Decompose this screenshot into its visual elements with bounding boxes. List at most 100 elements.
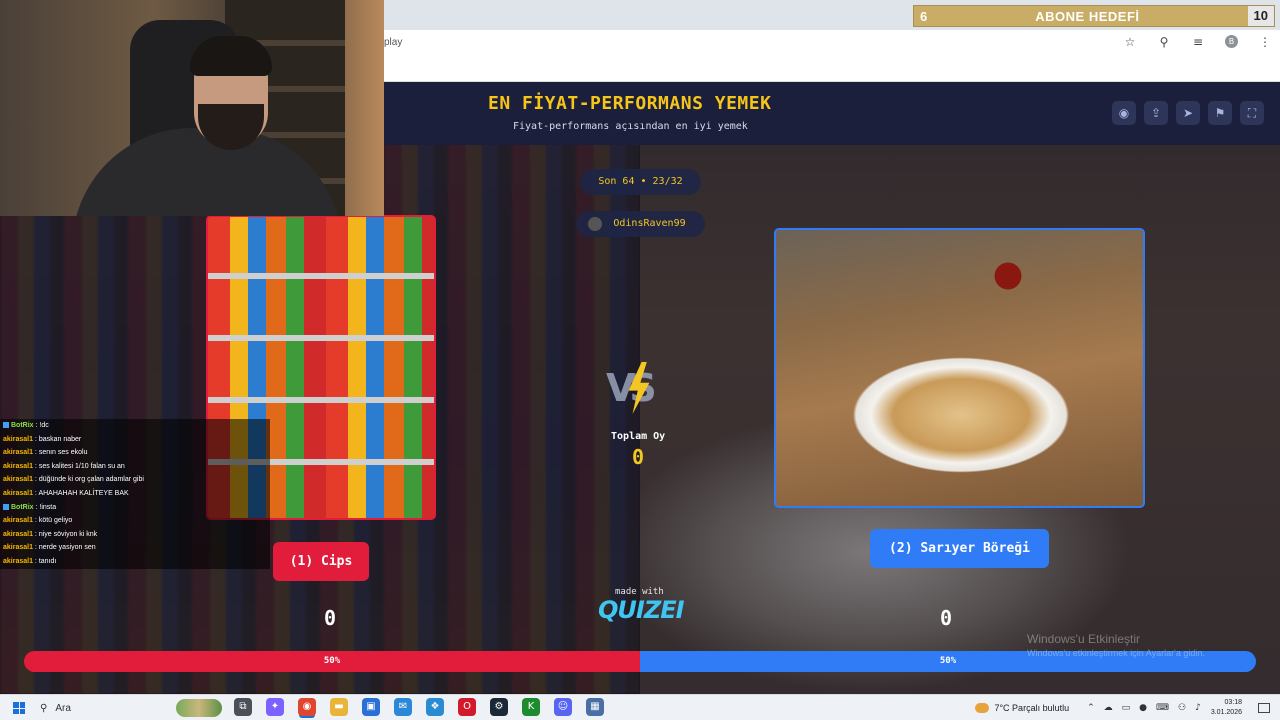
calculator-icon[interactable]: ▦ [586, 698, 604, 716]
right-score: 0 [940, 606, 953, 630]
vs-badge: VS [606, 362, 672, 418]
opera-icon[interactable]: O [458, 698, 476, 716]
send-icon[interactable]: ➤ [1176, 101, 1200, 125]
chat-message: BotRix : !insta [0, 500, 270, 515]
url-text[interactable]: play [384, 37, 402, 48]
chat-text: kötü geliyo [38, 517, 73, 525]
total-votes-label: Toplam Oy [611, 431, 666, 442]
activation-hint: Windows'u etkinleştirmek için Ayarlar'a … [1027, 648, 1205, 658]
discord-icon[interactable]: ☺ [554, 698, 572, 716]
fullscreen-icon[interactable]: ⛶ [1240, 101, 1264, 125]
menu-icon[interactable]: ⋮ [1258, 35, 1272, 49]
partly-cloudy-icon [975, 703, 990, 713]
chat-message: akirasal1 : düğünde ki org çalan adamlar… [0, 473, 270, 487]
chat-message: akirasal1 : nerde yasiyon sen [0, 541, 270, 555]
steam-icon[interactable]: ⚙ [490, 698, 508, 716]
avatar [588, 217, 602, 231]
goal-title: ABONE HEDEFİ [1035, 8, 1140, 24]
total-votes-value: 0 [632, 445, 645, 469]
chat-username[interactable]: akirasal1 [3, 531, 33, 538]
chat-username[interactable]: akirasal1 [3, 490, 33, 497]
network-icon[interactable]: ⚇ [1178, 703, 1186, 713]
game-toolbar: ◉ ⇪ ➤ ⚑ ⛶ [1112, 101, 1264, 125]
brand-logo[interactable]: QUIZEI [598, 596, 685, 624]
chat-username[interactable]: akirasal1 [3, 544, 33, 551]
weather-widget[interactable]: 7°C Parçalı bulutlu [975, 703, 1069, 713]
store-icon[interactable]: ▣ [362, 698, 380, 716]
eye-icon[interactable]: ◉ [1112, 101, 1136, 125]
task-view-icon[interactable]: ⧉ [234, 698, 252, 716]
kick-icon[interactable]: K [522, 698, 540, 716]
taskbar-apps: ⧉ ✦ ◉ ▬ ▣ ✉ ❖ O ⚙ K ☺ ▦ [234, 698, 604, 716]
goal-target: 10 [1247, 6, 1274, 26]
copilot-icon[interactable]: ✦ [266, 698, 284, 716]
streamer-hair [190, 36, 272, 76]
chat-message: akirasal1 : AHAHAHAH KALİTEYE BAK [0, 486, 270, 501]
clock[interactable]: 03:18 3.01.2026 [1211, 698, 1242, 718]
weather-text: 7°C Parçalı bulutlu [994, 703, 1070, 713]
mail-icon[interactable]: ✉ [394, 698, 412, 716]
bot-badge-icon [3, 503, 9, 510]
chat-text: nerde yasiyon sen [38, 544, 96, 552]
bookmark-star-icon[interactable]: ☆ [1123, 35, 1137, 49]
chat-text: !dc [39, 422, 49, 429]
folder-icon[interactable]: ▬ [330, 698, 348, 716]
bot-badge-icon [3, 422, 9, 429]
page-title: EN FİYAT-PERFORMANS YEMEK [488, 93, 772, 114]
chat-text: baskan naber [38, 435, 82, 443]
round-indicator: Son 64 • 23/32 [580, 169, 701, 195]
share-icon[interactable]: ⇪ [1144, 101, 1168, 125]
notification-icon[interactable] [1258, 703, 1270, 713]
chat-username[interactable]: BotRix [11, 504, 34, 511]
start-button[interactable] [13, 702, 25, 714]
photos-icon[interactable]: ❖ [426, 698, 444, 716]
system-tray: 7°C Parçalı bulutlu ⌃ ☁ ▭ ● ⌨ ⚇ ♪ 03:18 … [975, 695, 1280, 720]
chat-text: AHAHAHAH KALİTEYE BAK [38, 489, 129, 497]
volume-icon[interactable]: ♪ [1195, 703, 1201, 713]
chat-username[interactable]: BotRix [11, 422, 34, 429]
flag-icon[interactable]: ⚑ [1208, 101, 1232, 125]
chat-username[interactable]: akirasal1 [3, 517, 33, 524]
windows-activation-watermark: Windows'u Etkinleştir Windows'u etkinleş… [1027, 632, 1205, 658]
vote-left-button[interactable]: (1) Cips [273, 542, 369, 581]
browser-toolbar: ☆ ⚲ ≡ B ⋮ [1123, 35, 1272, 49]
search-highlight-image [176, 699, 222, 717]
clock-date: 3.01.2026 [1210, 709, 1242, 716]
cloud-icon[interactable]: ☁ [1104, 703, 1113, 713]
author-badge[interactable]: OdinsRaven99 [576, 211, 705, 237]
chat-text: !insta [39, 503, 57, 511]
chat-overlay: BotRix : !dc akirasal1 : baskan naber akir… [0, 419, 270, 569]
search-icon: ⚲ [40, 702, 48, 714]
extensions-icon[interactable]: ⚲ [1157, 35, 1171, 49]
chat-text: senın ses ekolu [38, 449, 88, 457]
chat-username[interactable]: akirasal1 [3, 476, 33, 483]
taskbar-search[interactable]: ⚲ Ara [34, 698, 224, 718]
reading-list-icon[interactable]: ≡ [1191, 35, 1205, 49]
chat-message: BotRix : !dc [0, 419, 270, 433]
choice-right-image[interactable] [774, 228, 1145, 508]
chat-text: ses kalitesi 1/10 falan su an [38, 462, 125, 470]
taskbar: ⚲ Ara ⧉ ✦ ◉ ▬ ▣ ✉ ❖ O ⚙ K ☺ ▦ 7°C Parçalı bulutlu ⌃… [0, 694, 1280, 720]
chrome-icon[interactable]: ◉ [298, 698, 316, 716]
chat-username[interactable]: akirasal1 [3, 558, 33, 565]
chat-username[interactable]: akirasal1 [3, 449, 33, 456]
search-label: Ara [55, 702, 71, 714]
mic-icon[interactable]: ● [1139, 703, 1147, 713]
vote-right-button[interactable]: (2) Sarıyer Böreği [870, 529, 1049, 568]
chevron-up-icon[interactable]: ⌃ [1087, 703, 1095, 713]
chat-username[interactable]: akirasal1 [3, 436, 33, 443]
vote-bar-left: 50% [24, 651, 640, 672]
chat-message: akirasal1 : tanıdı [0, 554, 270, 569]
chat-message: akirasal1 : senın ses ekolu [0, 446, 270, 460]
profile-avatar[interactable]: B [1225, 35, 1238, 48]
display-icon[interactable]: ▭ [1122, 703, 1131, 713]
keyboard-icon[interactable]: ⌨ [1156, 703, 1169, 713]
chat-text: niye söviyon ki knk [38, 530, 98, 538]
chat-message: akirasal1 : niye söviyon ki knk [0, 527, 270, 542]
chat-username[interactable]: akirasal1 [3, 463, 33, 470]
chat-message: akirasal1 : ses kalitesi 1/10 falan su a… [0, 459, 270, 474]
chat-message: akirasal1 : kötü geliyo [0, 514, 270, 528]
activation-title: Windows'u Etkinleştir [1027, 632, 1140, 646]
tray-icons: ⌃ ☁ ▭ ● ⌨ ⚇ ♪ [1087, 703, 1201, 713]
left-score: 0 [324, 606, 337, 630]
